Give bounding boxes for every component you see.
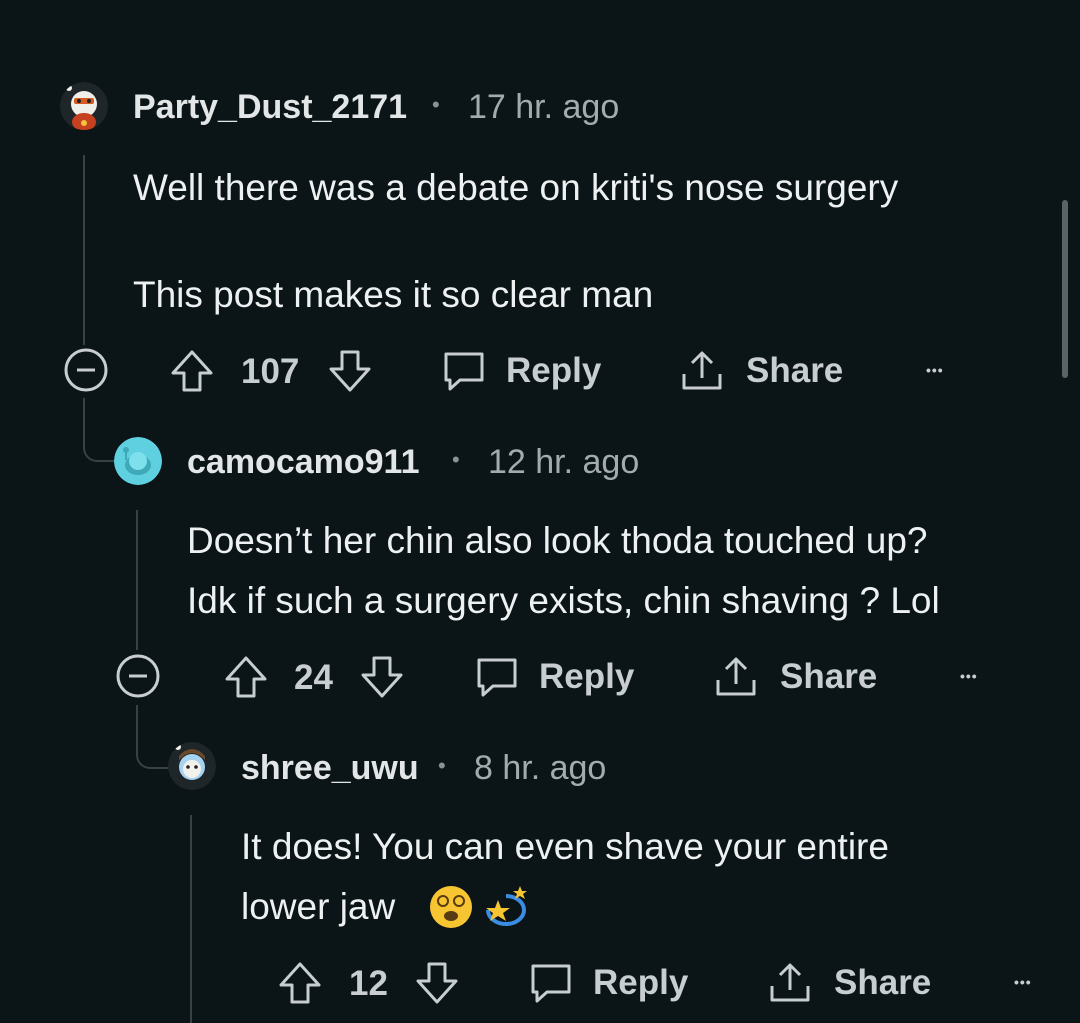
collapse-icon[interactable] (115, 653, 161, 699)
dizzy-star-emoji (480, 884, 530, 935)
vote-count: 12 (349, 964, 388, 1003)
comment-timestamp: 8 hr. ago (474, 749, 607, 787)
share-icon (712, 654, 760, 700)
avatar[interactable] (60, 82, 108, 130)
downvote-icon[interactable] (358, 653, 406, 701)
separator-dot: • (452, 447, 460, 472)
more-options-button[interactable]: ••• (960, 668, 978, 684)
comment-text-line: This post makes it so clear man (133, 274, 654, 315)
reply-bubble-icon (440, 348, 488, 394)
separator-dot: • (432, 92, 440, 117)
avatar[interactable] (168, 742, 216, 790)
dizzy-face-emoji (428, 884, 474, 935)
share-label: Share (780, 657, 878, 696)
upvote-icon[interactable] (168, 347, 216, 395)
comment-timestamp: 12 hr. ago (488, 443, 640, 481)
comment-username[interactable]: camocamo911 (187, 443, 420, 482)
thread-curve-level2 (136, 705, 170, 769)
downvote-icon[interactable] (413, 959, 461, 1007)
collapse-icon[interactable] (63, 347, 109, 393)
more-options-button[interactable]: ••• (926, 362, 944, 378)
upvote-icon[interactable] (276, 959, 324, 1007)
reply-button[interactable]: Reply (473, 654, 634, 700)
upvote-icon[interactable] (222, 653, 270, 701)
share-button[interactable]: Share (766, 960, 931, 1006)
reply-bubble-icon (527, 960, 575, 1006)
thread-curve-level1 (83, 398, 117, 462)
vote-count: 107 (241, 352, 300, 391)
reply-button[interactable]: Reply (527, 960, 688, 1006)
thread-line-level1 (83, 155, 85, 345)
thread-line-level3 (190, 815, 192, 1023)
comment-text-line: It does! You can even shave your entire (241, 826, 889, 867)
comment-text-line: Well there was a debate on kriti's nose … (133, 167, 899, 208)
more-options-button[interactable]: ••• (1014, 974, 1032, 990)
share-label: Share (746, 351, 844, 390)
share-label: Share (834, 963, 932, 1002)
separator-dot: • (438, 753, 446, 778)
vote-count: 24 (294, 658, 333, 697)
reply-label: Reply (506, 351, 602, 390)
avatar[interactable] (114, 437, 162, 485)
comment-username[interactable]: shree_uwu (241, 749, 419, 788)
share-icon (766, 960, 814, 1006)
reply-label: Reply (593, 963, 689, 1002)
share-button[interactable]: Share (678, 348, 843, 394)
comment-timestamp: 17 hr. ago (468, 88, 620, 126)
thread-line-level2 (136, 510, 138, 650)
comment-text-line: lower jaw (241, 886, 396, 927)
comment-username[interactable]: Party_Dust_2171 (133, 88, 407, 127)
comment-text-line: Idk if such a surgery exists, chin shavi… (187, 580, 940, 621)
reply-label: Reply (539, 657, 635, 696)
downvote-icon[interactable] (326, 347, 374, 395)
reply-button[interactable]: Reply (440, 348, 601, 394)
scrollbar[interactable] (1062, 200, 1068, 378)
reply-bubble-icon (473, 654, 521, 700)
comment-text-line: Doesn’t her chin also look thoda touched… (187, 520, 928, 561)
share-icon (678, 348, 726, 394)
share-button[interactable]: Share (712, 654, 877, 700)
